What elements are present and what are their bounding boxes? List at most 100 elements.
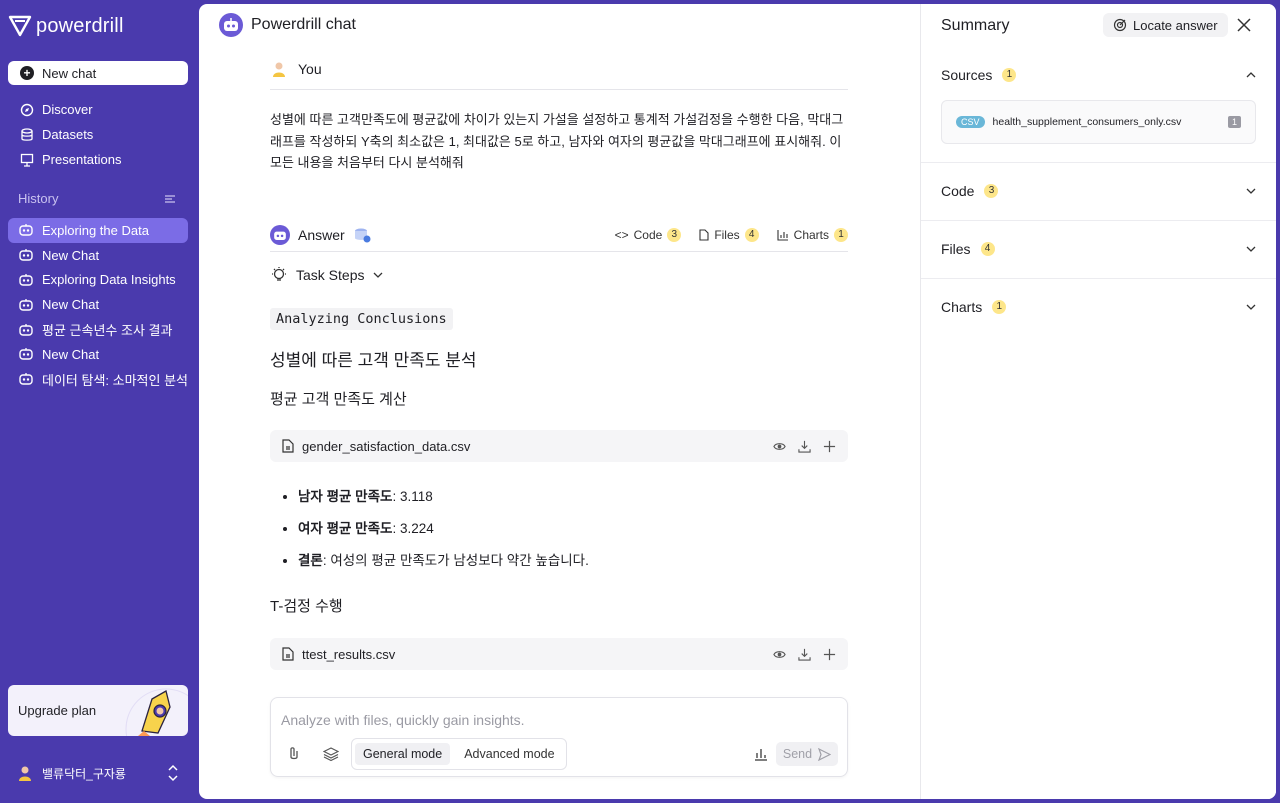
rocket-illustration-icon <box>125 688 188 736</box>
new-chat-button[interactable]: + New chat <box>8 61 188 85</box>
attach-icon[interactable] <box>287 746 301 762</box>
database-icon <box>21 127 33 141</box>
section-header[interactable]: Charts 1 <box>941 279 1257 335</box>
answer-subheading: 평균 고객 만족도 계산 <box>270 391 407 408</box>
tab-label: Charts <box>793 227 829 242</box>
chart-icon <box>777 229 788 241</box>
manage-history-icon[interactable] <box>164 193 176 205</box>
general-mode-button[interactable]: General mode <box>355 743 451 765</box>
source-file-card[interactable]: CSV health_supplement_consumers_only.csv… <box>941 100 1256 144</box>
sidebar-item-discover[interactable]: Discover <box>8 97 188 122</box>
answer-label: Answer <box>298 226 345 243</box>
main-panel: Powerdrill chat You 성별에 따른 고객만족도에 평균값에 차… <box>199 4 1276 799</box>
count-badge: 1 <box>992 300 1007 314</box>
answer-heading: 성별에 따른 고객 만족도 분석 <box>270 351 477 370</box>
answer-header: Answer <> Code 3 Files 4 Charts 1 <box>270 218 848 252</box>
history-item[interactable]: 평균 근속년수 조사 결과 <box>8 317 188 342</box>
history-item[interactable]: New Chat <box>8 292 188 317</box>
target-icon <box>1113 18 1127 32</box>
chat-header: Powerdrill chat <box>219 13 356 37</box>
chevron-down-icon <box>1246 304 1256 310</box>
chat-composer: Analyze with files, quickly gain insight… <box>270 697 848 777</box>
chevron-up-icon <box>1246 72 1256 78</box>
upgrade-plan-card[interactable]: Upgrade plan <box>8 685 188 736</box>
chart-icon[interactable] <box>753 746 769 762</box>
sidebar-item-label: Presentations <box>42 152 122 167</box>
history-list: Exploring the Data New Chat Exploring Da… <box>8 218 188 392</box>
user-menu[interactable]: 밸류닥터_구자룡 <box>16 760 180 786</box>
send-icon <box>818 747 832 761</box>
discover-icon <box>20 103 34 116</box>
section-header[interactable]: Files 4 <box>941 221 1257 277</box>
app-logo[interactable]: powerdrill <box>8 14 124 38</box>
tab-files[interactable]: Files 4 <box>699 227 759 242</box>
add-icon[interactable] <box>823 440 836 453</box>
count-badge: 1 <box>1002 68 1017 82</box>
tab-charts[interactable]: Charts 1 <box>777 227 848 242</box>
answer-title: Answer <box>270 224 371 245</box>
section-header[interactable]: Code 3 <box>941 163 1257 219</box>
file-type-badge: CSV <box>956 116 985 128</box>
step-tag-wrap: Analyzing Conclusions <box>270 308 848 330</box>
user-label: You <box>298 60 322 77</box>
send-button[interactable]: Send <box>776 742 838 766</box>
history-item[interactable]: 데이터 탐색: 소마적인 분석 <box>8 367 188 392</box>
eye-icon[interactable] <box>773 648 786 661</box>
history-item-label: Exploring the Data <box>42 222 149 238</box>
app-name: powerdrill <box>36 14 124 37</box>
tab-label: Code <box>633 227 663 242</box>
list-item: 남자 평균 만족도: 3.118 <box>298 486 848 518</box>
history-item-label: New Chat <box>42 247 100 263</box>
sidebar-item-label: Discover <box>42 102 93 117</box>
history-item[interactable]: New Chat <box>8 342 188 367</box>
summary-section-charts: Charts 1 <box>921 279 1276 337</box>
add-icon[interactable] <box>823 648 836 661</box>
file-name: gender_satisfaction_data.csv <box>302 438 471 454</box>
answer-tabs: <> Code 3 Files 4 Charts 1 <box>615 227 848 242</box>
tab-code[interactable]: <> Code 3 <box>615 227 682 242</box>
history-item-label: Exploring Data Insights <box>42 272 176 288</box>
bot-icon <box>19 298 33 311</box>
powerdrill-logo-icon <box>8 15 32 37</box>
summary-section-code: Code 3 <box>921 163 1276 221</box>
file-attachment[interactable]: ttest_results.csv <box>270 638 848 670</box>
download-icon[interactable] <box>798 648 811 661</box>
history-item-label: New Chat <box>42 346 100 362</box>
section-label: Sources <box>941 67 993 83</box>
history-item[interactable]: New Chat <box>8 243 188 268</box>
history-item-label: 평균 근속년수 조사 결과 <box>42 323 173 339</box>
sidebar-item-presentations[interactable]: Presentations <box>8 147 188 172</box>
history-header: History <box>18 191 176 206</box>
download-icon[interactable] <box>798 440 811 453</box>
count-badge: 4 <box>980 242 995 256</box>
locate-answer-button[interactable]: Locate answer <box>1103 13 1228 37</box>
layers-icon[interactable] <box>323 746 339 762</box>
presentation-icon <box>20 153 34 167</box>
dataset-icon <box>354 228 371 242</box>
history-item[interactable]: Exploring Data Insights <box>8 268 188 293</box>
section-header[interactable]: Sources 1 <box>941 47 1257 103</box>
sidebar-item-datasets[interactable]: Datasets <box>8 122 188 147</box>
reference-badge: 1 <box>1227 116 1241 128</box>
advanced-mode-button[interactable]: Advanced mode <box>456 743 562 765</box>
user-message-header: You <box>270 54 848 90</box>
bot-icon <box>19 224 33 237</box>
section-label: Charts <box>941 299 983 315</box>
bot-icon <box>19 273 33 286</box>
count-badge: 3 <box>667 227 682 242</box>
task-steps-toggle[interactable]: Task Steps <box>270 266 848 284</box>
message-input[interactable]: Analyze with files, quickly gain insight… <box>281 712 525 728</box>
bot-icon <box>19 249 33 261</box>
bot-avatar-icon <box>219 13 243 37</box>
history-item[interactable]: Exploring the Data <box>8 218 188 243</box>
close-icon[interactable] <box>1237 18 1251 32</box>
file-attachment[interactable]: gender_satisfaction_data.csv <box>270 430 848 462</box>
upgrade-plan-label: Upgrade plan <box>18 703 97 718</box>
file-icon <box>282 647 294 661</box>
sidebar-nav: Discover Datasets Presentations <box>8 97 188 172</box>
user-question: 성별에 따른 고객만족도에 평균값에 차이가 있는지 가설을 설정하고 통계적 … <box>270 112 844 170</box>
count-badge: 1 <box>834 227 848 242</box>
section-label: Files <box>941 241 971 257</box>
eye-icon[interactable] <box>773 440 786 453</box>
tab-label: Files <box>714 227 740 242</box>
